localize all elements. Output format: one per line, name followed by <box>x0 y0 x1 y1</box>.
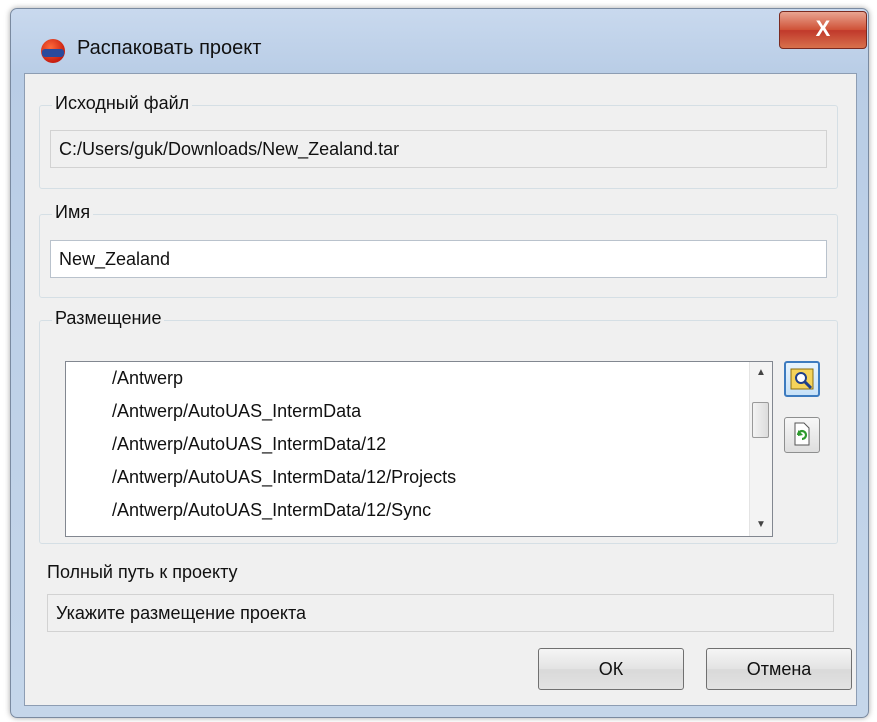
name-legend: Имя <box>52 202 94 223</box>
list-item[interactable]: /Antwerp/AutoUAS_IntermData/12/Projects <box>66 461 772 494</box>
full-path-field: Укажите размещение проекта <box>47 594 834 632</box>
name-input[interactable] <box>50 240 827 278</box>
full-path-label: Полный путь к проекту <box>47 562 238 582</box>
window-title: Распаковать проект <box>77 37 262 59</box>
list-item[interactable]: /Antwerp/AutoUAS_IntermData/12 <box>66 428 772 461</box>
app-icon <box>41 39 65 63</box>
list-item[interactable]: /Antwerp/AutoUAS_IntermData <box>66 395 772 428</box>
list-item[interactable]: /Antwerp <box>66 362 772 395</box>
source-file-field: C:/Users/guk/Downloads/New_Zealand.tar <box>50 130 827 168</box>
browse-folder-icon <box>790 368 814 390</box>
dialog-body: Исходный файл C:/Users/guk/Downloads/New… <box>24 73 857 706</box>
list-item[interactable]: /Antwerp/AutoUAS_IntermData/12/Sync <box>66 494 772 527</box>
placement-group: Размещение /Antwerp /Antwerp/AutoUAS_Int… <box>39 308 838 544</box>
browse-button[interactable] <box>784 361 820 397</box>
scroll-down-icon[interactable]: ▼ <box>750 514 772 536</box>
placement-list[interactable]: /Antwerp /Antwerp/AutoUAS_IntermData /An… <box>65 361 773 537</box>
refresh-button[interactable] <box>784 417 820 453</box>
scrollbar-thumb[interactable] <box>752 402 769 438</box>
vertical-scrollbar[interactable]: ▲ ▼ <box>749 362 772 536</box>
title-bar[interactable]: Распаковать проект X <box>11 9 868 73</box>
close-button[interactable]: X <box>779 11 867 49</box>
placement-legend: Размещение <box>52 308 165 329</box>
source-file-legend: Исходный файл <box>52 93 193 114</box>
scroll-up-icon[interactable]: ▲ <box>750 362 772 384</box>
source-file-group: Исходный файл C:/Users/guk/Downloads/New… <box>39 93 838 189</box>
name-group: Имя <box>39 202 838 298</box>
cancel-button[interactable]: Отмена <box>706 648 852 690</box>
unpack-project-dialog: Распаковать проект X Исходный файл C:/Us… <box>10 8 869 718</box>
ok-button[interactable]: ОК <box>538 648 684 690</box>
refresh-icon <box>794 422 810 446</box>
